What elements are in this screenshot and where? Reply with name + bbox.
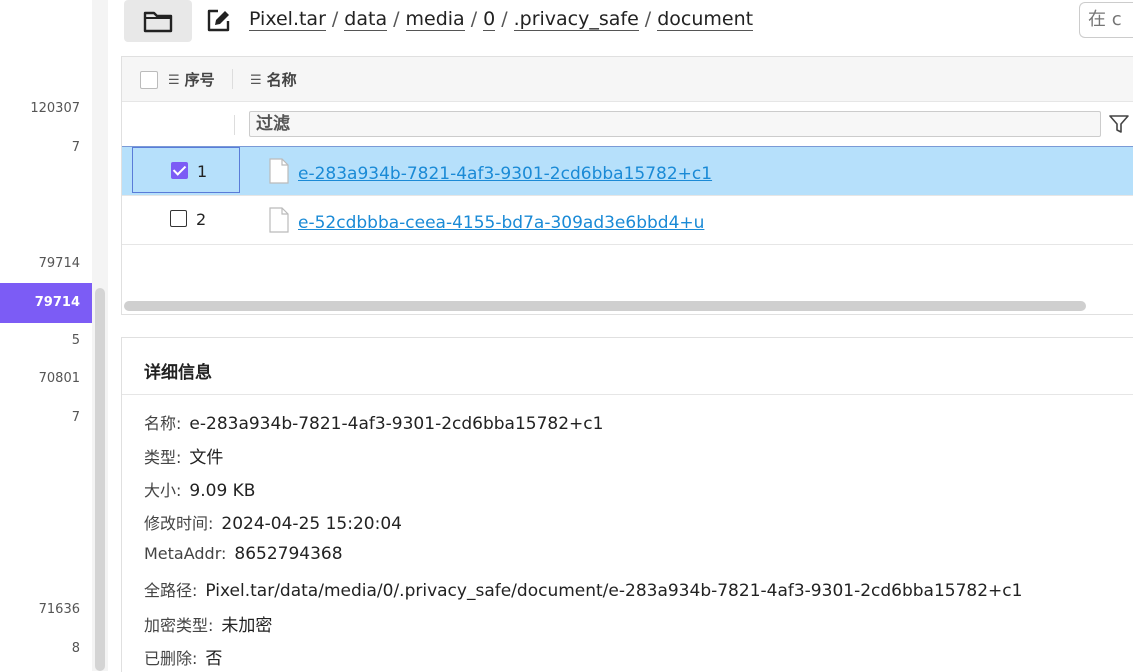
detail-key: 已删除: — [144, 649, 198, 668]
detail-deleted: 已删除: 否 — [144, 644, 222, 669]
breadcrumb-item[interactable]: media — [405, 8, 465, 31]
column-divider — [234, 115, 235, 135]
breadcrumb-item[interactable]: Pixel.tar — [249, 8, 326, 31]
filter-funnel-icon[interactable] — [1108, 113, 1130, 135]
breadcrumb-item[interactable]: .privacy_safe — [513, 8, 639, 31]
detail-key: 全路径: — [144, 581, 198, 600]
row-checkbox[interactable] — [170, 210, 187, 227]
detail-value: 9.09 KB — [189, 481, 256, 501]
breadcrumb-item[interactable]: 0 — [483, 8, 496, 31]
header-name-column[interactable]: ☰ 名称 — [250, 69, 297, 90]
breadcrumb-separator: / — [644, 8, 652, 30]
detail-meta-addr: MetaAddr: 8652794368 — [144, 544, 343, 564]
detail-value: e-283a934b-7821-4af3-9301-2cd6bba15782+c… — [189, 414, 604, 434]
detail-value: 文件 — [189, 448, 224, 468]
index-cell[interactable]: 2 — [132, 196, 240, 242]
folder-icon — [143, 11, 173, 33]
detail-value: 否 — [205, 649, 223, 669]
list-number[interactable]: 71636 — [39, 602, 80, 617]
detail-value: 未加密 — [221, 616, 273, 636]
breadcrumb-item[interactable]: data — [344, 8, 388, 31]
edit-icon[interactable] — [205, 8, 231, 34]
file-name-link[interactable]: e-52cdbbba-ceea-4155-bd7a-309ad3e6bbd4+u — [298, 213, 704, 233]
breadcrumb-separator: / — [331, 8, 339, 30]
row-index: 2 — [196, 210, 207, 229]
column-divider[interactable] — [232, 69, 233, 89]
detail-encryption-type: 加密类型: 未加密 — [144, 611, 272, 636]
breadcrumb-separator: / — [501, 8, 508, 30]
detail-name: 名称: e-283a934b-7821-4af3-9301-2cd6bba1578… — [144, 410, 603, 434]
detail-value: Pixel.tar/data/media/0/.privacy_safe/doc… — [205, 581, 1023, 601]
detail-full-path: 全路径: Pixel.tar/data/media/0/.privacy_safe… — [144, 577, 1022, 601]
details-panel: 详细信息 名称: e-283a934b-7821-4af3-9301-2cd6bb… — [121, 337, 1133, 672]
toolbar: Pixel.tar / data / media/0/.privacy_safe / doc… — [108, 0, 1133, 46]
table-row[interactable]: 2 e-52cdbbba-ceea-4155-bd7a-309ad3e6bbd4… — [122, 196, 1133, 245]
detail-modified-time: 修改时间: 2024-04-25 15:20:04 — [144, 510, 402, 534]
row-index: 1 — [197, 162, 208, 181]
column-menu-icon[interactable]: ☰ — [250, 72, 262, 88]
file-icon — [269, 207, 289, 233]
index-cell[interactable]: 1 — [132, 147, 240, 193]
list-number-selected[interactable]: 79714 — [0, 283, 92, 323]
column-menu-icon[interactable]: ☰ — [168, 72, 180, 88]
list-number[interactable]: 8 — [72, 641, 80, 656]
list-number[interactable]: 5 — [72, 333, 80, 348]
detail-key: 类型: — [144, 448, 182, 467]
detail-key: 修改时间: — [144, 514, 214, 533]
list-number[interactable]: 7 — [72, 140, 80, 155]
breadcrumb-separator: / — [470, 8, 478, 30]
details-title: 详细信息 — [144, 363, 212, 382]
divider — [122, 394, 1133, 395]
header-index-label: 序号 — [184, 72, 215, 89]
row-checkbox[interactable] — [171, 162, 188, 179]
horizontal-scrollbar-thumb[interactable] — [124, 301, 1086, 311]
open-folder-button[interactable] — [124, 0, 192, 42]
detail-value: 8652794368 — [234, 544, 343, 564]
table-header: ☰ 序号 ☰ 名称 — [122, 57, 1133, 102]
breadcrumb-item[interactable]: document — [657, 8, 754, 31]
select-all-checkbox[interactable] — [140, 70, 158, 89]
list-number[interactable]: 79714 — [39, 256, 80, 271]
detail-size: 大小: 9.09 KB — [144, 477, 255, 501]
detail-type: 类型: 文件 — [144, 443, 223, 468]
header-name-label: 名称 — [266, 72, 297, 89]
list-number[interactable]: 70801 — [39, 371, 80, 386]
file-name-link[interactable]: e-283a934b-7821-4af3-9301-2cd6bba15782+c… — [298, 164, 712, 184]
list-number[interactable]: 120307 — [30, 101, 80, 116]
detail-key: MetaAddr: — [144, 544, 227, 563]
file-icon — [269, 158, 289, 184]
file-table: ☰ 序号 ☰ 名称 过滤 1 e-283a934b-7821-4af3-9301… — [121, 56, 1133, 315]
left-number-strip: 120307 7 79714 79714 5 70801 7 71636 8 — [0, 0, 92, 671]
vertical-scrollbar-thumb[interactable] — [95, 288, 105, 671]
detail-value: 2024-04-25 15:20:04 — [221, 514, 402, 534]
header-index-column[interactable]: ☰ 序号 — [140, 69, 215, 90]
breadcrumb-separator: / — [393, 8, 400, 30]
filter-input[interactable]: 过滤 — [249, 111, 1101, 137]
filter-row: 过滤 — [122, 101, 1133, 147]
detail-key: 加密类型: — [144, 616, 214, 635]
detail-key: 名称: — [144, 414, 182, 433]
table-row[interactable]: 1 e-283a934b-7821-4af3-9301-2cd6bba15782… — [122, 146, 1133, 196]
list-number[interactable]: 7 — [72, 410, 80, 425]
detail-key: 大小: — [144, 481, 182, 500]
search-box[interactable] — [1079, 2, 1133, 38]
breadcrumb: Pixel.tar / data / media/0/.privacy_safe / doc… — [249, 8, 754, 31]
search-input[interactable] — [1086, 3, 1133, 35]
